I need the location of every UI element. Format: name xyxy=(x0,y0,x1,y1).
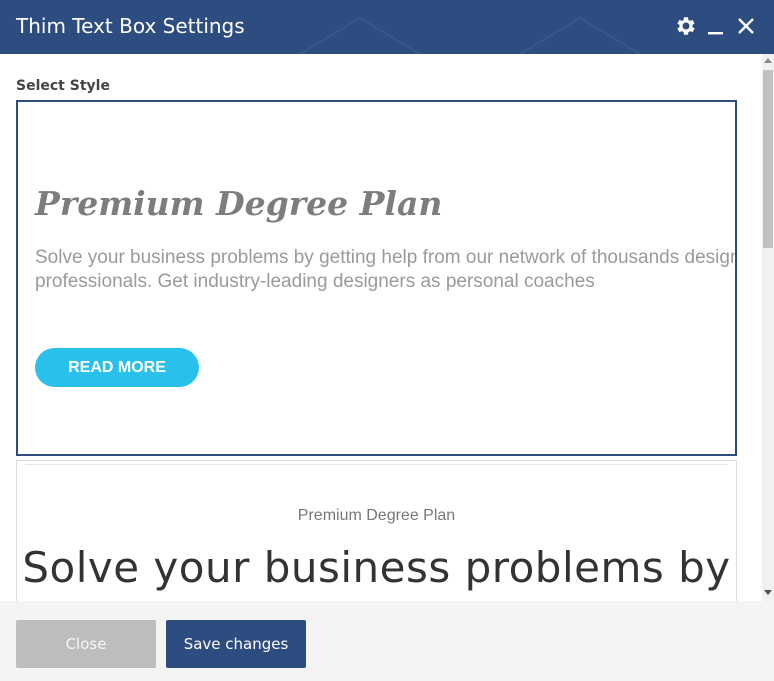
style-option-2[interactable]: Premium Degree Plan Solve your business … xyxy=(16,460,737,601)
gear-icon[interactable] xyxy=(674,14,698,38)
dialog-title: Thim Text Box Settings xyxy=(16,14,245,38)
scrollbar-thumb[interactable] xyxy=(763,70,773,248)
style-option-1-text: Solve your business problems by getting … xyxy=(35,247,737,292)
close-icon[interactable] xyxy=(734,14,758,38)
dialog-footer: Close Save changes xyxy=(0,601,774,681)
style-option-1[interactable]: Premium Degree Plan Solve your business … xyxy=(16,100,737,456)
dialog-header: Thim Text Box Settings xyxy=(0,0,774,54)
divider xyxy=(25,464,728,465)
style-option-1-title: Premium Degree Plan xyxy=(35,184,443,223)
minimize-icon[interactable] xyxy=(704,14,728,38)
close-button[interactable]: Close xyxy=(16,620,156,668)
read-more-button: READ MORE xyxy=(35,348,199,387)
scroll-up-arrow-icon[interactable] xyxy=(764,58,772,63)
style-option-2-subtitle: Premium Degree Plan xyxy=(297,507,456,524)
select-style-label: Select Style xyxy=(16,78,110,94)
dialog-body: Select Style Premium Degree Plan Solve y… xyxy=(0,54,762,601)
style-option-2-heading: Solve your business problems by xyxy=(22,543,731,592)
scroll-down-arrow-icon[interactable] xyxy=(764,590,772,595)
vertical-scrollbar[interactable] xyxy=(762,54,774,601)
save-changes-button[interactable]: Save changes xyxy=(166,620,306,668)
